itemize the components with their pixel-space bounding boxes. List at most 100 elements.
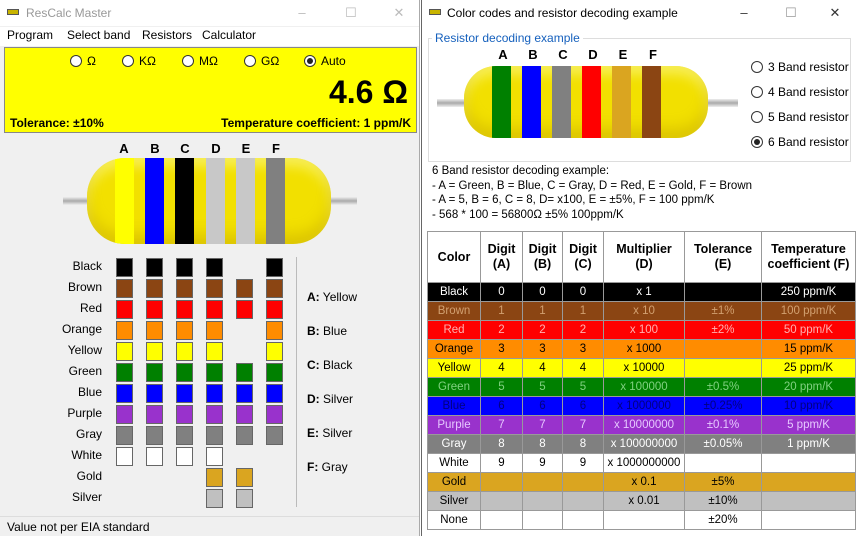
band-e-swatch-purple[interactable] [236, 405, 253, 424]
band-a-swatch-white[interactable] [116, 447, 133, 466]
band-d-swatch-gray[interactable] [206, 426, 223, 445]
band-c-swatch-black[interactable] [176, 258, 193, 277]
assignment-color: Yellow [322, 290, 358, 304]
band-b-swatch-green[interactable] [146, 363, 163, 382]
band-e-swatch-blue[interactable] [236, 384, 253, 403]
band-f-swatch-yellow[interactable] [266, 342, 283, 361]
band-d-swatch-white[interactable] [206, 447, 223, 466]
menu-program[interactable]: Program [7, 28, 53, 42]
band-a-swatch-orange[interactable] [116, 321, 133, 340]
band-d-swatch-green[interactable] [206, 363, 223, 382]
band-b-swatch-white[interactable] [146, 447, 163, 466]
band-d-swatch-brown[interactable] [206, 279, 223, 298]
band-e-swatch-green[interactable] [236, 363, 253, 382]
cell-digit-b: 0 [522, 282, 563, 302]
close-icon[interactable]: ✕ [390, 4, 408, 22]
band-f-swatch-black[interactable] [266, 258, 283, 277]
menu-resistors[interactable]: Resistors [142, 28, 192, 42]
band-assignment: E: Silver [307, 426, 352, 440]
window-title: Color codes and resistor decoding exampl… [447, 6, 678, 20]
radio-6-band[interactable]: 6 Band resistor [751, 135, 849, 149]
cell-multiplier: x 100 [603, 320, 685, 340]
cell-temperature [761, 491, 856, 511]
band-d-swatch-red[interactable] [206, 300, 223, 319]
band-c-swatch-white[interactable] [176, 447, 193, 466]
band-f-swatch-green[interactable] [266, 363, 283, 382]
cell-digit-b: 8 [522, 434, 563, 454]
cell-temperature: 25 ppm/K [761, 358, 856, 378]
cell-digit-c: 7 [562, 415, 604, 435]
band-c-swatch-blue[interactable] [176, 384, 193, 403]
radio-3-band-icon [751, 61, 763, 73]
menu-calculator[interactable]: Calculator [202, 28, 256, 42]
band-b-swatch-black[interactable] [146, 258, 163, 277]
band-b-swatch-purple[interactable] [146, 405, 163, 424]
band-c-swatch-purple[interactable] [176, 405, 193, 424]
menu-select-band[interactable]: Select band [67, 28, 130, 42]
band-d-swatch-blue[interactable] [206, 384, 223, 403]
band-f-swatch-gray[interactable] [266, 426, 283, 445]
cell-temperature: 250 ppm/K [761, 282, 856, 302]
unit-radio-ohm[interactable]: Ω [70, 54, 96, 68]
band-f-swatch-brown[interactable] [266, 279, 283, 298]
band-a-swatch-green[interactable] [116, 363, 133, 382]
band-c-swatch-red[interactable] [176, 300, 193, 319]
radio-5-band[interactable]: 5 Band resistor [751, 110, 849, 124]
table-row: Red 2 2 2 x 100 ±2% 50 ppm/K [427, 320, 856, 340]
color-row-label: Yellow [67, 343, 102, 357]
band-b-swatch-brown[interactable] [146, 279, 163, 298]
maximize-icon[interactable]: ☐ [782, 4, 800, 22]
band-b-swatch-blue[interactable] [146, 384, 163, 403]
band-a-swatch-red[interactable] [116, 300, 133, 319]
cell-digit-c: 1 [562, 301, 604, 321]
band-d-swatch-gold[interactable] [206, 468, 223, 487]
band-d-swatch-black[interactable] [206, 258, 223, 277]
band-d-swatch-purple[interactable] [206, 405, 223, 424]
band-c-swatch-gray[interactable] [176, 426, 193, 445]
band-e-swatch-red[interactable] [236, 300, 253, 319]
band-e-swatch-gray[interactable] [236, 426, 253, 445]
cell-temperature: 15 ppm/K [761, 339, 856, 359]
band-d-swatch-orange[interactable] [206, 321, 223, 340]
band-a-swatch-yellow[interactable] [116, 342, 133, 361]
close-icon[interactable]: ✕ [826, 4, 844, 22]
band-a-swatch-gray[interactable] [116, 426, 133, 445]
band-b-swatch-gray[interactable] [146, 426, 163, 445]
band-a-swatch-purple[interactable] [116, 405, 133, 424]
minimize-icon[interactable]: – [293, 4, 311, 22]
minimize-icon[interactable]: – [735, 4, 753, 22]
window-title: ResCalc Master [26, 6, 112, 20]
band-a-swatch-blue[interactable] [116, 384, 133, 403]
band-e-swatch-brown[interactable] [236, 279, 253, 298]
band-b-swatch-red[interactable] [146, 300, 163, 319]
maximize-icon[interactable]: ☐ [342, 4, 360, 22]
band-c-swatch-yellow[interactable] [176, 342, 193, 361]
band-c-swatch-brown[interactable] [176, 279, 193, 298]
band-d-swatch-yellow[interactable] [206, 342, 223, 361]
band-c-swatch-green[interactable] [176, 363, 193, 382]
cell-digit-a: 3 [480, 339, 523, 359]
band-a-swatch-black[interactable] [116, 258, 133, 277]
unit-radio-mohm[interactable]: MΩ [182, 54, 218, 68]
band-e-swatch-silver[interactable] [236, 489, 253, 508]
band-b-swatch-yellow[interactable] [146, 342, 163, 361]
example-band-label-e: E [618, 47, 628, 62]
band-f-swatch-purple[interactable] [266, 405, 283, 424]
band-assignment: B: Blue [307, 324, 347, 338]
unit-radio-kohm[interactable]: KΩ [122, 54, 156, 68]
band-a-swatch-brown[interactable] [116, 279, 133, 298]
example-band-label-c: C [558, 47, 568, 62]
band-f-swatch-blue[interactable] [266, 384, 283, 403]
radio-4-band[interactable]: 4 Band resistor [751, 85, 849, 99]
band-e-swatch-gold[interactable] [236, 468, 253, 487]
band-b-swatch-orange[interactable] [146, 321, 163, 340]
band-f-swatch-red[interactable] [266, 300, 283, 319]
unit-radio-gohm[interactable]: GΩ [244, 54, 279, 68]
band-f-swatch-orange[interactable] [266, 321, 283, 340]
unit-radio-auto[interactable]: Auto [304, 54, 346, 68]
band-d-swatch-silver[interactable] [206, 489, 223, 508]
radio-3-band[interactable]: 3 Band resistor [751, 60, 849, 74]
band-c-swatch-orange[interactable] [176, 321, 193, 340]
assignment-letter: D: [307, 392, 320, 406]
cell-digit-c: 4 [562, 358, 604, 378]
